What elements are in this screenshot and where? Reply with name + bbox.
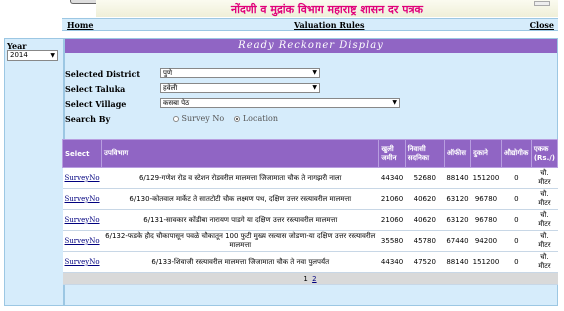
pager-row: 1 2: [62, 272, 558, 285]
taluka-label: Select Taluka: [65, 84, 126, 94]
residential-cell: 40620: [405, 209, 445, 231]
industrial-cell: 0: [501, 209, 532, 231]
open-land-cell: 35580: [378, 230, 406, 252]
industrial-cell: 0: [501, 230, 532, 252]
valuation-rules-link[interactable]: Valuation Rules: [294, 20, 364, 30]
office-cell: 88140: [444, 167, 471, 189]
open-land-cell: 44340: [378, 167, 406, 189]
office-cell: 63120: [444, 209, 471, 231]
survey-no-link[interactable]: SurveyNo: [65, 237, 100, 245]
industrial-cell: 0: [501, 167, 532, 189]
panel-title: Ready Reckoner Display: [65, 39, 557, 53]
village-label: Select Village: [65, 99, 127, 109]
open-land-cell: 21060: [378, 209, 406, 231]
subdivision-cell: 6/133-शिवाजी रस्त्यावरील मालमत्ता जिजामा…: [101, 251, 379, 273]
shop-cell: 151200: [470, 167, 502, 189]
survey-no-option-label: Survey No: [181, 114, 225, 123]
chevron-down-icon: ▼: [392, 99, 397, 106]
unit-cell: चौ. मीटर: [531, 167, 558, 189]
close-link[interactable]: Close: [530, 20, 554, 30]
table-row: SurveyNo 6/131-सावकार कोंडीबा नारायण पाड…: [62, 209, 558, 231]
office-cell: 63120: [444, 188, 471, 210]
survey-no-link[interactable]: SurveyNo: [65, 195, 100, 203]
year-panel: Year 2014 ▼: [4, 38, 64, 306]
shop-cell: 151200: [470, 251, 502, 273]
shop-cell: 94200: [470, 230, 502, 252]
taluka-value: हवेली: [163, 84, 178, 92]
residential-cell: 47520: [405, 251, 445, 273]
page-title: नोंदणी व मुद्रांक विभाग महाराष्ट्र शासन …: [231, 3, 423, 16]
search-by-group: Survey No Location: [173, 114, 278, 123]
chevron-down-icon: ▼: [312, 84, 317, 91]
industrial-cell: 0: [501, 251, 532, 273]
col-select: Select: [61, 139, 103, 168]
subdivision-cell: 6/131-सावकार कोंडीबा नारायण पाडगे या दक्…: [101, 209, 379, 231]
unit-cell: चौ. मीटर: [531, 188, 558, 210]
industrial-cell: 0: [501, 188, 532, 210]
residential-cell: 40620: [405, 188, 445, 210]
table-row: SurveyNo 6/129-गणेश रोड व स्टेशन रोडवरील…: [62, 167, 558, 189]
pager: 1 2: [62, 272, 558, 285]
table-header-row: Select उपविभाग खुली जमीन निवासी सदनिका ऑ…: [61, 139, 559, 168]
location-radio[interactable]: [234, 116, 241, 122]
col-industrial: औद्योगीक: [500, 139, 532, 168]
village-value: कसबा पेठ: [163, 99, 190, 107]
col-office: ऑफीस: [443, 139, 472, 168]
district-select[interactable]: पुणे ▼: [160, 68, 320, 78]
village-select[interactable]: कसबा पेठ ▼: [160, 98, 400, 108]
rates-table: Select उपविभाग खुली जमीन निवासी सदनिका ऑ…: [61, 139, 559, 285]
residential-cell: 45780: [405, 230, 445, 252]
top-strip: नोंदणी व मुद्रांक विभाग महाराष्ट्र शासन …: [0, 0, 564, 18]
emblem-icon: [534, 1, 550, 6]
header-banner: नोंदणी व मुद्रांक विभाग महाराष्ट्र शासन …: [96, 0, 558, 17]
table-row: SurveyNo 6/132-फडके हौद चौकापासून पवळे च…: [62, 230, 558, 252]
residential-cell: 52680: [405, 167, 445, 189]
chevron-down-icon: ▼: [312, 69, 317, 76]
chevron-down-icon: ▼: [50, 52, 55, 59]
unit-cell: चौ. मीटर: [531, 209, 558, 231]
col-unit: एकक (Rs./): [530, 139, 559, 168]
col-subdivision: उपविभाग: [101, 139, 380, 168]
subdivision-cell: 6/132-फडके हौद चौकापासून पवळे चौकातून 10…: [101, 230, 379, 252]
survey-no-link[interactable]: SurveyNo: [65, 216, 100, 224]
taluka-select[interactable]: हवेली ▼: [160, 83, 320, 93]
nav-bar: Home Valuation Rules Close: [62, 18, 558, 31]
shop-cell: 96780: [470, 188, 502, 210]
office-cell: 88140: [444, 251, 471, 273]
survey-no-radio[interactable]: [173, 116, 179, 122]
year-select[interactable]: 2014 ▼: [7, 50, 58, 61]
unit-cell: चौ. मीटर: [531, 230, 558, 252]
district-label: Selected District: [65, 69, 141, 79]
table-row: SurveyNo 6/133-शिवाजी रस्त्यावरील मालमत्…: [62, 251, 558, 273]
survey-no-link[interactable]: SurveyNo: [65, 258, 100, 266]
home-link[interactable]: Home: [67, 20, 93, 30]
subdivision-cell: 6/129-गणेश रोड व स्टेशन रोडवरील मालमत्ता…: [101, 167, 379, 189]
subdivision-cell: 6/130-कोतवाल मार्केट ते सातटोटी चौक लक्ष…: [101, 188, 379, 210]
search-by-label: Search By: [65, 114, 111, 124]
col-shop: दुकाने: [470, 139, 502, 168]
shop-cell: 96780: [470, 209, 502, 231]
survey-no-link[interactable]: SurveyNo: [65, 174, 100, 182]
open-land-cell: 21060: [378, 188, 406, 210]
location-option-label: Location: [242, 114, 278, 123]
unit-cell: चौ. मीटर: [531, 251, 558, 273]
office-cell: 67440: [444, 230, 471, 252]
year-value: 2014: [10, 51, 28, 59]
table-row: SurveyNo 6/130-कोतवाल मार्केट ते सातटोटी…: [62, 188, 558, 210]
open-land-cell: 44340: [378, 251, 406, 273]
page-2-link[interactable]: 2: [312, 275, 316, 283]
page-1: 1: [303, 274, 308, 283]
district-value: पुणे: [163, 69, 173, 77]
col-residential: निवासी सदनिका: [404, 139, 445, 168]
col-open-land: खुली जमीन: [378, 139, 406, 168]
